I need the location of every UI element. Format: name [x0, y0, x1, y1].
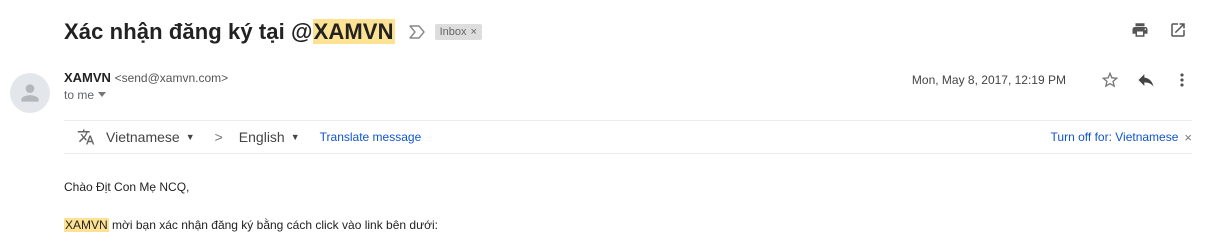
subject-row: Xác nhận đăng ký tại @XAMVN Inbox ×	[64, 14, 482, 50]
sender-email: <send@xamvn.com>	[114, 71, 229, 85]
message-meta: Mon, May 8, 2017, 12:19 PM	[912, 70, 1192, 90]
close-icon[interactable]: ×	[1184, 130, 1192, 145]
print-icon[interactable]	[1130, 20, 1150, 40]
inbox-label-text: Inbox	[439, 26, 467, 38]
sender-block: XAMVN <send@xamvn.com> to me	[64, 70, 228, 102]
sender-line: XAMVN <send@xamvn.com>	[64, 70, 228, 85]
source-language-label: Vietnamese	[106, 129, 180, 145]
chevron-down-icon: ▼	[185, 132, 195, 142]
person-icon	[21, 84, 39, 102]
language-arrow: >	[214, 129, 223, 145]
avatar	[10, 73, 50, 113]
turn-off-label: Turn off for: Vietnamese	[1050, 130, 1179, 144]
email-subject: Xác nhận đăng ký tại @XAMVN	[64, 19, 395, 45]
subject-text: Xác nhận đăng ký tại @	[64, 19, 313, 44]
chevron-down-icon	[98, 92, 107, 97]
body-line: XAMVN mời bạn xác nhận đăng ký bằng cách…	[64, 218, 438, 232]
translate-message-link[interactable]: Translate message	[320, 130, 422, 144]
target-language-label: English	[238, 129, 285, 145]
message-date: Mon, May 8, 2017, 12:19 PM	[911, 73, 1066, 87]
recipients-label: to me	[64, 88, 95, 102]
importance-marker-icon[interactable]	[407, 22, 427, 42]
more-vert-icon[interactable]	[1172, 70, 1192, 90]
sender-name[interactable]: XAMVN	[64, 70, 111, 85]
body-line-text: mời bạn xác nhận đăng ký bằng cách click…	[108, 218, 438, 232]
top-actions	[1130, 20, 1188, 40]
body-highlight: XAMVN	[64, 218, 109, 232]
source-language-dropdown[interactable]: Vietnamese ▼	[106, 129, 195, 145]
inbox-label-chip: Inbox ×	[434, 24, 482, 40]
open-in-new-window-icon[interactable]	[1168, 20, 1188, 40]
chevron-down-icon: ▼	[290, 132, 300, 142]
message-body: Chào Địt Con Mẹ NCQ, XAMVN mời bạn xác n…	[64, 180, 438, 250]
translate-icon	[76, 127, 96, 147]
target-language-dropdown[interactable]: English ▼	[239, 129, 300, 145]
reply-icon[interactable]	[1136, 70, 1156, 90]
turn-off-translation-link[interactable]: Turn off for: Vietnamese ×	[1051, 130, 1192, 145]
body-greeting: Chào Địt Con Mẹ NCQ,	[64, 180, 190, 194]
star-icon[interactable]	[1100, 70, 1120, 90]
remove-label-icon[interactable]: ×	[470, 26, 476, 38]
translate-bar: Vietnamese ▼ > English ▼ Translate messa…	[64, 120, 1192, 154]
recipients-dropdown[interactable]: to me	[64, 88, 228, 102]
subject-highlight: XAMVN	[312, 19, 395, 44]
